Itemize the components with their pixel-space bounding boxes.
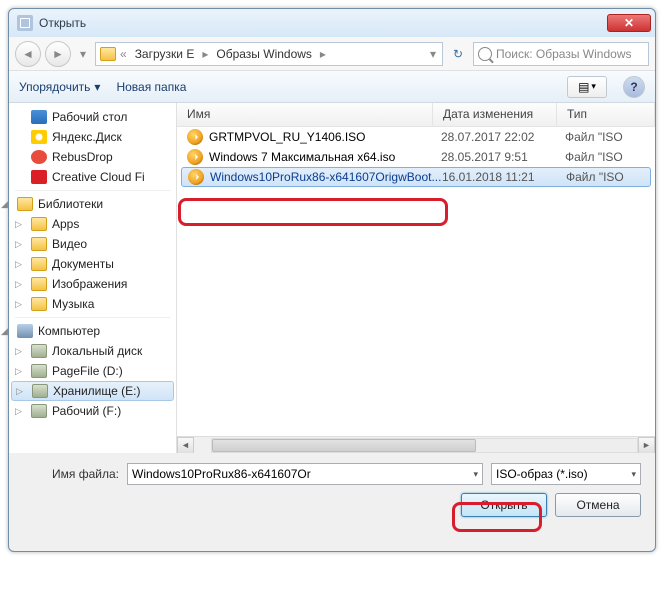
- view-button[interactable]: ▤▾: [567, 76, 607, 98]
- folder-icon: [100, 47, 116, 61]
- drive-icon: [32, 384, 48, 398]
- iso-icon: [187, 129, 203, 145]
- iso-icon: [187, 149, 203, 165]
- expand-icon[interactable]: ▷: [15, 406, 22, 417]
- address-bar[interactable]: « Загрузки E ▸ Образы Windows ▸ ▾: [95, 42, 443, 66]
- col-name[interactable]: Имя: [177, 103, 433, 126]
- tree-yandex[interactable]: Яндекс.Диск: [9, 127, 176, 147]
- tree-work[interactable]: ▷Рабочий (F:): [9, 401, 176, 421]
- expand-icon[interactable]: ▷: [15, 239, 22, 250]
- search-input[interactable]: Поиск: Образы Windows: [473, 42, 649, 66]
- file-row-selected[interactable]: Windows10ProRux86-x641607OrigwBoot... 16…: [181, 167, 651, 187]
- expand-icon[interactable]: ▷: [15, 346, 22, 357]
- body: Рабочий стол Яндекс.Диск RebusDrop Creat…: [9, 103, 655, 453]
- forward-button[interactable]: ►: [45, 41, 71, 67]
- file-list[interactable]: GRTMPVOL_RU_Y1406.ISO 28.07.2017 22:02 Ф…: [177, 127, 655, 436]
- titlebar: Открыть ✕: [9, 9, 655, 37]
- tree-desktop[interactable]: Рабочий стол: [9, 107, 176, 127]
- nav-row: ◄ ► ▾ « Загрузки E ▸ Образы Windows ▸ ▾ …: [9, 37, 655, 71]
- tree-docs[interactable]: ▷Документы: [9, 254, 176, 274]
- scroll-track[interactable]: [211, 438, 638, 453]
- horizontal-scrollbar[interactable]: ◄ ►: [177, 436, 655, 453]
- expand-icon[interactable]: ▷: [15, 279, 22, 290]
- tree-storage[interactable]: ▷Хранилище (E:): [11, 381, 174, 401]
- tree-video[interactable]: ▷Видео: [9, 234, 176, 254]
- close-button[interactable]: ✕: [607, 14, 651, 32]
- window-title: Открыть: [39, 16, 607, 30]
- back-button[interactable]: ◄: [15, 41, 41, 67]
- tree-localdisk[interactable]: ▷Локальный диск: [9, 341, 176, 361]
- new-folder-button[interactable]: Новая папка: [116, 80, 186, 94]
- tree-adobe[interactable]: Creative Cloud Fi: [9, 167, 176, 187]
- cancel-button[interactable]: Отмена: [555, 493, 641, 517]
- open-dialog: Открыть ✕ ◄ ► ▾ « Загрузки E ▸ Образы Wi…: [8, 8, 656, 552]
- chevron-right-icon: ▸: [200, 47, 210, 61]
- drive-icon: [31, 344, 47, 358]
- folder-icon: [31, 217, 47, 231]
- tree-rebus[interactable]: RebusDrop: [9, 147, 176, 167]
- folder-icon: [31, 257, 47, 271]
- chevron-right-icon: ▸: [318, 47, 328, 61]
- crumb-prefix: «: [118, 47, 129, 61]
- tree-pane[interactable]: Рабочий стол Яндекс.Диск RebusDrop Creat…: [9, 103, 177, 453]
- tree-music[interactable]: ▷Музыка: [9, 294, 176, 314]
- scroll-left-button[interactable]: ◄: [177, 437, 194, 454]
- folder-icon: [31, 237, 47, 251]
- open-button[interactable]: Открыть: [461, 493, 547, 517]
- expand-icon[interactable]: ▷: [15, 259, 22, 270]
- footer: Имя файла: Windows10ProRux86-x641607Or▾ …: [9, 453, 655, 531]
- chevron-down-icon[interactable]: ▾: [473, 469, 478, 480]
- scroll-right-button[interactable]: ►: [638, 437, 655, 454]
- filename-label: Имя файла:: [23, 467, 119, 481]
- tree-pagefile[interactable]: ▷PageFile (D:): [9, 361, 176, 381]
- file-area: Имя Дата изменения Тип GRTMPVOL_RU_Y1406…: [177, 103, 655, 453]
- tree-libraries[interactable]: ◢Библиотеки: [9, 194, 176, 214]
- scroll-thumb[interactable]: [212, 439, 476, 452]
- col-type[interactable]: Тип: [557, 103, 655, 126]
- help-button[interactable]: ?: [623, 76, 645, 98]
- chevron-down-icon[interactable]: ▾: [428, 47, 438, 61]
- expand-icon[interactable]: ▷: [16, 386, 23, 397]
- refresh-button[interactable]: ↻: [447, 43, 469, 65]
- desktop-icon: [31, 110, 47, 124]
- adobe-icon: [31, 170, 47, 184]
- iso-icon: [188, 169, 204, 185]
- filetype-filter[interactable]: ISO-образ (*.iso)▾: [491, 463, 641, 485]
- search-placeholder: Поиск: Образы Windows: [496, 47, 631, 61]
- library-icon: [17, 197, 33, 211]
- file-row[interactable]: GRTMPVOL_RU_Y1406.ISO 28.07.2017 22:02 Ф…: [177, 127, 655, 147]
- breadcrumb-1[interactable]: Загрузки E: [131, 47, 199, 61]
- yandex-icon: [31, 130, 47, 144]
- search-icon: [478, 47, 492, 61]
- folder-icon: [31, 277, 47, 291]
- file-row[interactable]: Windows 7 Максимальная x64.iso 28.05.201…: [177, 147, 655, 167]
- filename-input[interactable]: Windows10ProRux86-x641607Or▾: [127, 463, 483, 485]
- app-icon: [17, 15, 33, 31]
- folder-icon: [31, 297, 47, 311]
- expand-icon[interactable]: ▷: [15, 219, 22, 230]
- computer-icon: [17, 324, 33, 338]
- expand-icon[interactable]: ▷: [15, 299, 22, 310]
- tree-images[interactable]: ▷Изображения: [9, 274, 176, 294]
- organize-button[interactable]: Упорядочить ▾: [19, 80, 100, 94]
- drive-icon: [31, 364, 47, 378]
- tree-apps[interactable]: ▷Apps: [9, 214, 176, 234]
- expand-icon[interactable]: ▷: [15, 366, 22, 377]
- col-date[interactable]: Дата изменения: [433, 103, 557, 126]
- drive-icon: [31, 404, 47, 418]
- column-headers[interactable]: Имя Дата изменения Тип: [177, 103, 655, 127]
- chevron-down-icon: ▾: [94, 80, 100, 94]
- chevron-down-icon[interactable]: ▾: [631, 469, 636, 480]
- toolbar: Упорядочить ▾ Новая папка ▤▾ ?: [9, 71, 655, 103]
- tree-computer[interactable]: ◢Компьютер: [9, 321, 176, 341]
- breadcrumb-2[interactable]: Образы Windows: [212, 47, 316, 61]
- history-dropdown[interactable]: ▾: [75, 44, 91, 64]
- rebus-icon: [31, 150, 47, 164]
